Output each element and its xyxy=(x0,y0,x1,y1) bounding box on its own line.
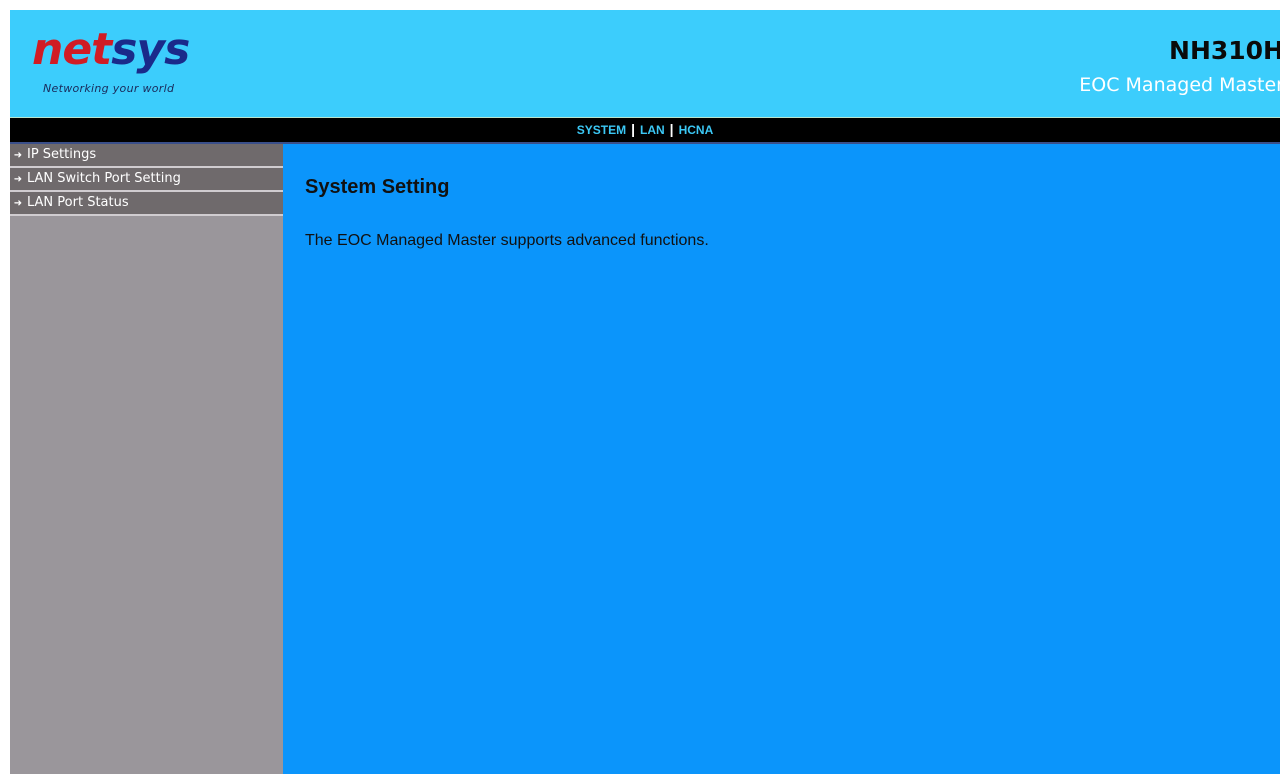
sidebar-item-label: LAN Switch Port Setting xyxy=(27,171,181,186)
logo-wordmark: netsys xyxy=(32,20,190,80)
arrow-right-icon: ➜ xyxy=(13,150,23,161)
main-content: System Setting The EOC Managed Master su… xyxy=(283,144,1280,774)
arrow-right-icon: ➜ xyxy=(13,198,23,209)
nav-link-lan[interactable]: LAN xyxy=(640,123,665,137)
sidebar-item-lan-port-status[interactable]: ➜ LAN Port Status xyxy=(10,192,283,216)
arrow-right-icon: ➜ xyxy=(13,174,23,185)
device-model-subtitle: EOC Managed Master xyxy=(1079,74,1280,96)
logo-tagline: Networking your world xyxy=(43,82,175,95)
top-nav: SYSTEM | LAN | HCNA xyxy=(10,118,1280,144)
app-frame: netsys Networking your world NH310H EOC … xyxy=(10,10,1280,774)
device-model: NH310H xyxy=(1169,36,1280,65)
logo-word-net: net xyxy=(32,24,112,75)
sidebar: ➜ IP Settings ➜ LAN Switch Port Setting ➜ L… xyxy=(10,144,283,774)
nav-link-hcna[interactable]: HCNA xyxy=(679,123,714,137)
header: netsys Networking your world NH310H EOC … xyxy=(10,10,1280,118)
nav-link-system[interactable]: SYSTEM xyxy=(577,123,626,137)
netsys-logo: netsys Networking your world xyxy=(32,24,222,98)
sidebar-item-ip-settings[interactable]: ➜ IP Settings xyxy=(10,144,283,168)
nav-separator: | xyxy=(669,121,674,137)
page-description: The EOC Managed Master supports advanced… xyxy=(305,232,709,249)
sidebar-item-label: IP Settings xyxy=(27,147,97,162)
sidebar-item-label: LAN Port Status xyxy=(27,195,129,210)
nav-separator: | xyxy=(631,121,635,137)
page-title: System Setting xyxy=(305,176,450,198)
logo-word-sys: sys xyxy=(111,24,190,75)
sidebar-item-lan-switch-port-setting[interactable]: ➜ LAN Switch Port Setting xyxy=(10,168,283,192)
